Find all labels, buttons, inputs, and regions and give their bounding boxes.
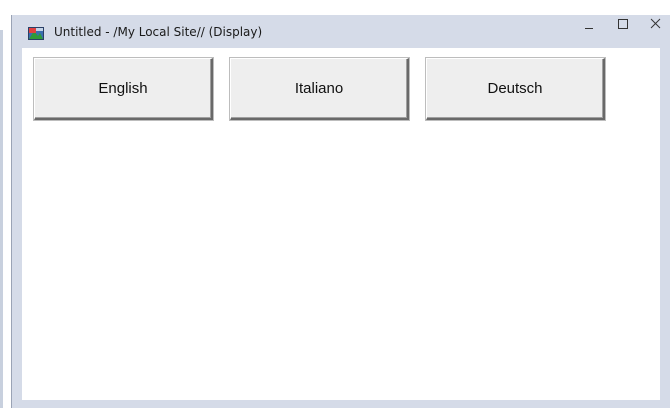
italiano-button[interactable]: Italiano: [230, 58, 409, 120]
italiano-button-label: Italiano: [294, 80, 344, 97]
deutsch-button-label: Deutsch: [487, 80, 543, 97]
maximize-button[interactable]: [606, 15, 640, 41]
close-button[interactable]: [640, 15, 670, 41]
title-bar[interactable]: Untitled - /My Local Site// (Display): [12, 15, 670, 48]
display-window: Untitled - /My Local Site// (Display) En…: [11, 15, 670, 408]
display-app-icon: [28, 27, 44, 40]
background-window-edge: [0, 30, 3, 408]
minimize-button[interactable]: [572, 15, 606, 41]
english-button[interactable]: English: [34, 58, 213, 120]
window-title: Untitled - /My Local Site// (Display): [54, 25, 263, 39]
deutsch-button[interactable]: Deutsch: [426, 58, 605, 120]
english-button-label: English: [98, 80, 148, 97]
display-client-area: English Italiano Deutsch: [22, 48, 660, 400]
